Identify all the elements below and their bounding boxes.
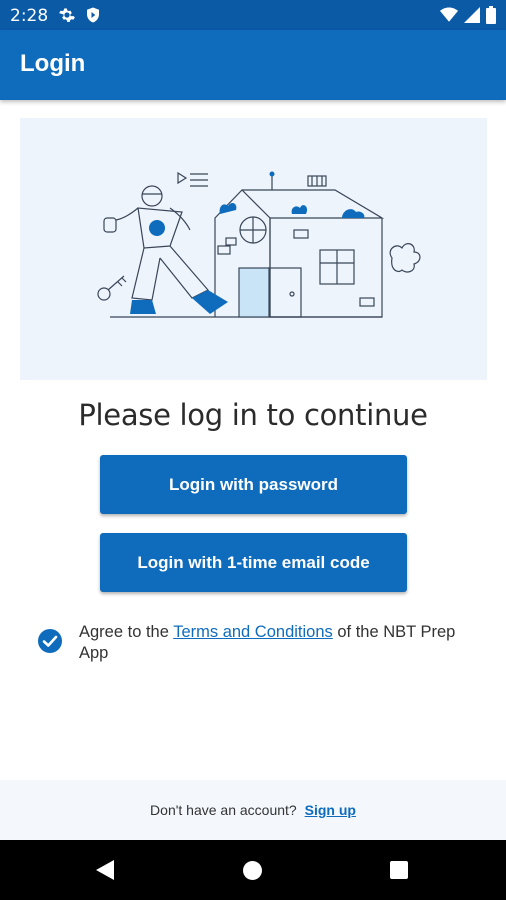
- gear-icon: [59, 8, 75, 22]
- login-password-button[interactable]: Login with password: [100, 455, 407, 514]
- login-email-code-button[interactable]: Login with 1-time email code: [100, 533, 407, 592]
- signup-footer: Don't have an account? Sign up: [0, 780, 506, 840]
- terms-link[interactable]: Terms and Conditions: [173, 623, 333, 641]
- system-nav-bar: [0, 840, 506, 900]
- back-icon[interactable]: [96, 860, 114, 880]
- signup-prompt: Don't have an account?: [150, 802, 297, 818]
- page-title: Login: [20, 50, 86, 77]
- terms-text: Agree to the Terms and Conditions of the…: [79, 622, 479, 664]
- hero-illustration-panel: [20, 118, 487, 380]
- battery-icon: [486, 6, 496, 24]
- login-heading: Please log in to continue: [78, 398, 428, 432]
- recents-icon[interactable]: [390, 861, 408, 879]
- shield-icon: [87, 7, 99, 23]
- wifi-icon: [440, 7, 458, 22]
- signup-link[interactable]: Sign up: [305, 802, 356, 818]
- checkbox-checked-icon[interactable]: [37, 628, 63, 654]
- home-icon[interactable]: [243, 861, 262, 880]
- worker-house-illustration: [97, 171, 421, 318]
- signal-icon: [464, 7, 480, 23]
- status-icons-right: [440, 6, 496, 24]
- status-time: 2:28: [10, 6, 49, 26]
- terms-prefix: Agree to the: [79, 623, 174, 641]
- app-bar: Login: [0, 30, 506, 100]
- status-bar: 2:28: [0, 0, 506, 30]
- status-icons-left: [58, 6, 102, 24]
